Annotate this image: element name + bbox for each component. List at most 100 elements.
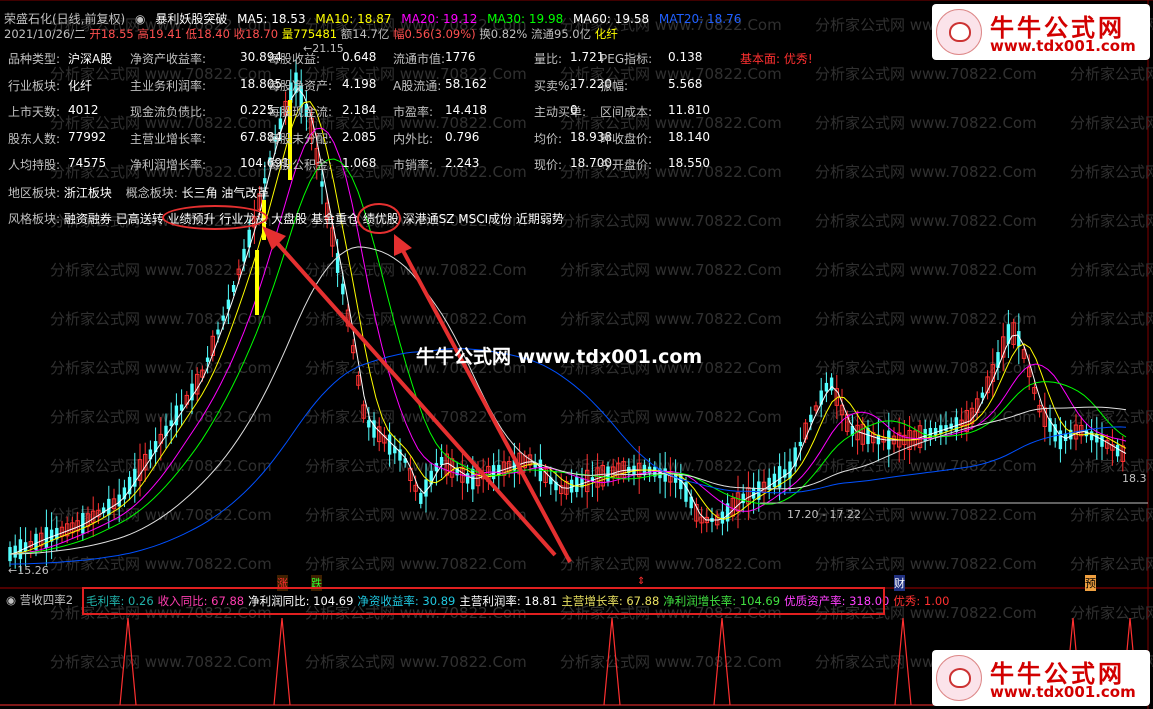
fund-value: 4012 bbox=[68, 103, 99, 117]
candle-body bbox=[1095, 434, 1099, 443]
fund-label: 净利润增长率: bbox=[130, 158, 207, 172]
marker-cai[interactable]: 财 bbox=[894, 575, 905, 591]
candle-body bbox=[944, 425, 948, 431]
fund-value: 14.418 bbox=[445, 103, 487, 117]
watermark-text: 分析家公式网 www.70822.Com bbox=[1070, 359, 1153, 377]
fund-value: 18.550 bbox=[668, 156, 710, 170]
watermark-text: 分析家公式网 www.70822.Com bbox=[815, 114, 1037, 132]
candle-body bbox=[341, 283, 345, 295]
logo-url: www.tdx001.com bbox=[990, 37, 1136, 55]
style-value: 融资融券 已高送转 业绩预升 行业龙头 大盘股 基金重仓 绩优股 深港通SZ M… bbox=[63, 212, 564, 226]
candle-body bbox=[569, 479, 574, 493]
fund-label: A股流通: bbox=[393, 78, 442, 93]
signal-bar bbox=[255, 250, 259, 315]
quote-high: 高19.41 bbox=[137, 27, 182, 41]
watermark-text: 分析家公式网 www.70822.Com bbox=[1070, 555, 1153, 573]
fund-label: 行业板块: bbox=[8, 78, 61, 93]
watermark-text: 分析家公式网 www.70822.Com bbox=[1070, 408, 1153, 426]
candle-body bbox=[720, 511, 725, 524]
candle-body bbox=[439, 456, 444, 466]
fund-label: 内外比: bbox=[393, 131, 434, 146]
watermark-text: 分析家公式网 www.70822.Com bbox=[815, 261, 1037, 279]
fund-label: 净资产收益率: bbox=[130, 52, 207, 66]
watermark-text: 分析家公式网 www.70822.Com bbox=[305, 506, 527, 524]
candle-body bbox=[424, 479, 428, 497]
quote-float: 流通95.0亿 bbox=[531, 27, 592, 41]
candle-body bbox=[23, 542, 28, 552]
quote-amount: 额14.7亿 bbox=[340, 27, 390, 41]
candle-body bbox=[954, 417, 959, 432]
candle-body bbox=[772, 473, 777, 488]
fund-label: 现金流负债比: bbox=[130, 105, 207, 119]
region-value: 浙江板块 bbox=[63, 186, 112, 200]
indicator-title[interactable]: 营收四率2 bbox=[20, 593, 73, 607]
candle-body bbox=[221, 315, 225, 321]
watermark-text: 分析家公式网 www.70822.Com bbox=[560, 261, 782, 279]
fund-label: 人均持股: bbox=[8, 158, 61, 172]
fund-value: 1776 bbox=[445, 50, 476, 64]
fund-label: 股东人数: bbox=[8, 131, 61, 146]
quote-line: 2021/10/26/二 开18.55 高19.41 低18.40 收18.70… bbox=[4, 26, 618, 42]
watermark-text: 分析家公式网 www.70822.Com bbox=[560, 555, 782, 573]
fund-label: 流通市值: bbox=[393, 52, 446, 66]
highlight-circle bbox=[162, 205, 268, 230]
watermark-text: 分析家公式网 www.70822.Com bbox=[560, 310, 782, 328]
fund-value: 4.198 bbox=[342, 76, 377, 91]
highlight-circle bbox=[357, 203, 401, 234]
fund-label: 每股未分配: bbox=[268, 131, 333, 146]
candle-body bbox=[367, 420, 371, 428]
fund-label: 主营业增长率: bbox=[130, 131, 207, 146]
watermark-text: 分析家公式网 www.70822.Com bbox=[815, 163, 1037, 181]
indicator-gear-icon[interactable]: ◉ bbox=[6, 593, 16, 607]
mat20-value: MAT20: 18.76 bbox=[658, 12, 742, 26]
fund-label: 主动买单: bbox=[534, 105, 587, 119]
fund-value: 11.810 bbox=[668, 103, 710, 117]
quote-turnover: 换0.82% bbox=[479, 27, 528, 41]
fund-label: 市销率: bbox=[393, 158, 434, 172]
fund-label: 每股公积金: bbox=[268, 158, 333, 172]
candle-body bbox=[471, 468, 475, 490]
fund-value: 77992 bbox=[68, 129, 107, 144]
candle-body bbox=[933, 427, 938, 435]
indicator-name[interactable]: 暴利妖股突破 bbox=[155, 12, 227, 26]
watermark-text: 分析家公式网 www.70822.Com bbox=[305, 653, 527, 671]
fund-value: 化纤 bbox=[68, 78, 93, 93]
fund-label: 量比: bbox=[534, 52, 563, 66]
site-logo-top: 牛牛公式网 www.tdx001.com bbox=[932, 4, 1150, 60]
watermark-text: 分析家公式网 www.70822.Com bbox=[815, 555, 1037, 573]
fund-value: 0.648 bbox=[342, 50, 377, 64]
fund-value: 18.140 bbox=[668, 129, 710, 144]
watermark-banner: 牛牛公式网 www.tdx001.com bbox=[416, 346, 703, 368]
marker-yu[interactable]: 预 bbox=[1085, 575, 1096, 591]
cow-logo-icon bbox=[936, 9, 982, 55]
price-low-label: ←15.26 bbox=[8, 564, 49, 577]
candle-body bbox=[980, 392, 985, 398]
watermark-text: 分析家公式网 www.70822.Com bbox=[815, 212, 1037, 230]
fund-label: 昨收盘价: bbox=[600, 131, 653, 146]
fund-value: 0.138 bbox=[668, 50, 703, 64]
ma30-value: MA30: 19.98 bbox=[487, 12, 564, 26]
watermark-text: 分析家公式网 www.70822.Com bbox=[560, 212, 782, 230]
indicator-item: 优秀: 1.00 bbox=[893, 594, 949, 608]
quote-date: 2021/10/26/二 bbox=[4, 27, 86, 41]
watermark-text: 分析家公式网 www.70822.Com bbox=[1070, 163, 1153, 181]
indicator-highlight-box bbox=[82, 587, 885, 615]
candle-body bbox=[13, 545, 17, 558]
candle-body bbox=[278, 118, 283, 130]
candle-body bbox=[798, 441, 803, 447]
indicator-header: ◉ 营收四率2 bbox=[6, 592, 73, 608]
style-row: 风格板块: 融资融券 已高送转 业绩预升 行业龙头 大盘股 基金重仓 绩优股 深… bbox=[8, 210, 564, 227]
watermark-text: 分析家公式网 www.70822.Com bbox=[50, 555, 272, 573]
stock-name[interactable]: 荣盛石化(日线,前复权) bbox=[4, 12, 125, 26]
indicator-item-value: 1.00 bbox=[923, 594, 950, 608]
region-row: 地区板块: 浙江板块 概念板块: 长三角 油气改革 bbox=[8, 184, 269, 201]
settings-gear-icon[interactable]: ◉ bbox=[135, 12, 145, 26]
style-label: 风格板块: bbox=[8, 212, 61, 226]
site-logo-bottom: 牛牛公式网 www.tdx001.com bbox=[932, 650, 1150, 706]
marker-arrow-icon[interactable]: ⇕ bbox=[637, 576, 645, 587]
fund-label: 每股净资产: bbox=[268, 78, 333, 93]
quote-range: 幅0.56(3.09%) bbox=[393, 27, 476, 41]
candle-body bbox=[1058, 430, 1063, 450]
fund-value: 5.568 bbox=[668, 76, 703, 91]
candle-body bbox=[320, 181, 324, 187]
